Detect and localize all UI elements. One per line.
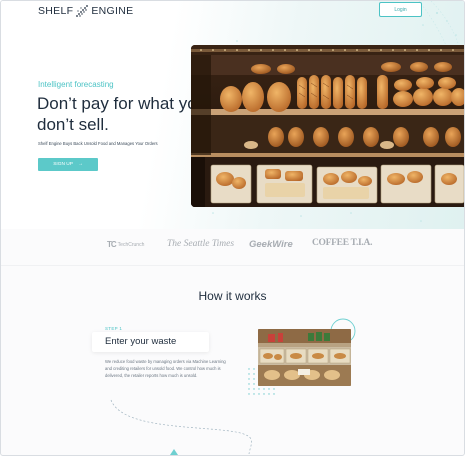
brand-logo[interactable]: SHELF ENGINE bbox=[38, 3, 133, 19]
section-divider bbox=[1, 265, 464, 266]
step-description: We reduce food waste by managing orders … bbox=[105, 359, 226, 378]
triangle-marker-icon bbox=[170, 449, 178, 455]
press-logo-coffee-tv: COFFEE T.I.A. bbox=[312, 238, 373, 248]
how-it-works-title: How it works bbox=[198, 289, 267, 303]
page-frame: SHELF ENGINE Login Intelligent forecasti… bbox=[0, 0, 465, 456]
step-label: STEP 1 bbox=[105, 326, 123, 331]
logo-mark-icon bbox=[76, 5, 89, 17]
dashed-path-decoration bbox=[110, 399, 252, 455]
techcrunch-text: TechCrunch bbox=[117, 241, 145, 248]
hero-subheadline: Shelf Engine Buys Back Unsold Food and M… bbox=[38, 141, 158, 146]
hero-eyebrow: Intelligent forecasting bbox=[38, 80, 114, 89]
signup-button[interactable]: SIGN UP → bbox=[38, 158, 98, 171]
press-logo-techcrunch: TC TechCrunch bbox=[107, 240, 144, 249]
hero-bakery-photo bbox=[191, 45, 464, 207]
logo-text-shelf: SHELF bbox=[38, 5, 74, 17]
signup-label: SIGN UP bbox=[53, 162, 73, 167]
step-store-photo bbox=[258, 329, 351, 386]
press-logo-seattle-times: The Seattle Times bbox=[167, 239, 235, 249]
press-logo-geekwire: GeekWire bbox=[249, 239, 293, 250]
hero-headline: Don’t pay for what you don’t sell. bbox=[37, 94, 207, 134]
techcrunch-mark: TC bbox=[107, 240, 117, 249]
arrow-right-icon: → bbox=[77, 162, 83, 167]
login-button[interactable]: Login bbox=[379, 2, 422, 17]
step-title: Enter your waste bbox=[105, 336, 177, 347]
logo-text-engine: ENGINE bbox=[91, 5, 134, 17]
